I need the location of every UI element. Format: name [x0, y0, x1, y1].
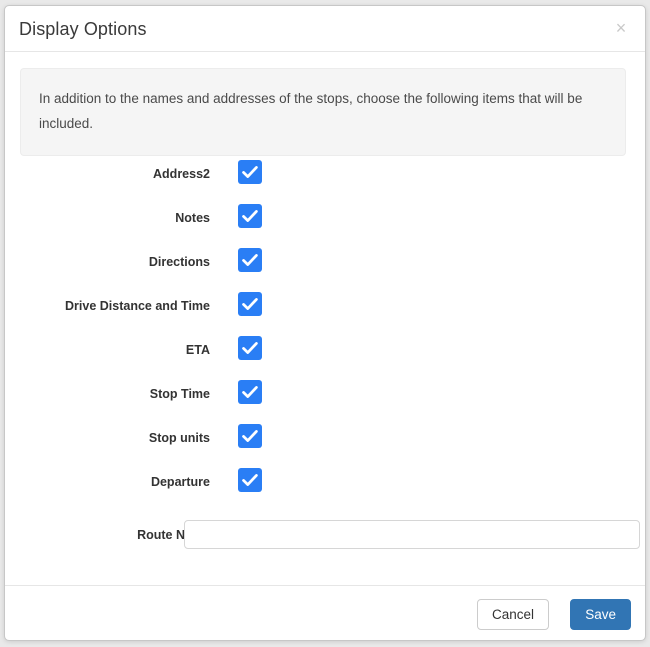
cancel-button[interactable]: Cancel: [476, 599, 549, 630]
option-row: Stop Time: [5, 380, 645, 424]
route-name-row: Route Name: [5, 520, 645, 560]
option-row: Directions: [5, 248, 645, 292]
dialog-footer: Cancel Save: [5, 585, 645, 640]
option-label: Drive Distance and Time: [65, 299, 210, 313]
info-banner: In addition to the names and addresses o…: [20, 68, 626, 156]
checkbox-stop-units[interactable]: [238, 424, 262, 448]
option-row: Address2: [5, 160, 645, 204]
option-label: Stop Time: [149, 387, 210, 401]
option-label: Address2: [153, 167, 210, 181]
option-label: Notes: [175, 211, 210, 225]
checkbox-drive-distance-and-time[interactable]: [238, 292, 262, 316]
checkbox-address2[interactable]: [238, 160, 262, 184]
checkbox-stop-time[interactable]: [238, 380, 262, 404]
info-banner-text: In addition to the names and addresses o…: [39, 91, 583, 131]
route-name-label: Route Name: [137, 528, 210, 542]
page-title: Display Options: [19, 19, 147, 39]
checkbox-notes[interactable]: [238, 204, 262, 228]
option-row: Notes: [5, 204, 645, 248]
option-label: Departure: [150, 475, 210, 489]
option-row: Stop units: [5, 424, 645, 468]
checkbox-departure[interactable]: [238, 468, 262, 492]
save-button[interactable]: Save: [570, 599, 631, 630]
options-list: Address2 Notes Directions Drive Distance…: [5, 160, 645, 560]
option-row: Departure: [5, 468, 645, 512]
checkbox-directions[interactable]: [238, 248, 262, 272]
checkbox-eta[interactable]: [238, 336, 262, 360]
option-label: ETA: [185, 343, 210, 357]
close-icon[interactable]: ×: [611, 18, 631, 38]
route-name-input[interactable]: [184, 520, 640, 549]
option-label: Stop units: [148, 431, 210, 445]
option-row: Drive Distance and Time: [5, 292, 645, 336]
display-options-dialog: Display Options × In addition to the nam…: [4, 5, 646, 641]
option-label: Directions: [148, 255, 210, 269]
option-row: ETA: [5, 336, 645, 380]
dialog-header: Display Options ×: [5, 6, 645, 52]
dialog-body: In addition to the names and addresses o…: [5, 52, 645, 585]
